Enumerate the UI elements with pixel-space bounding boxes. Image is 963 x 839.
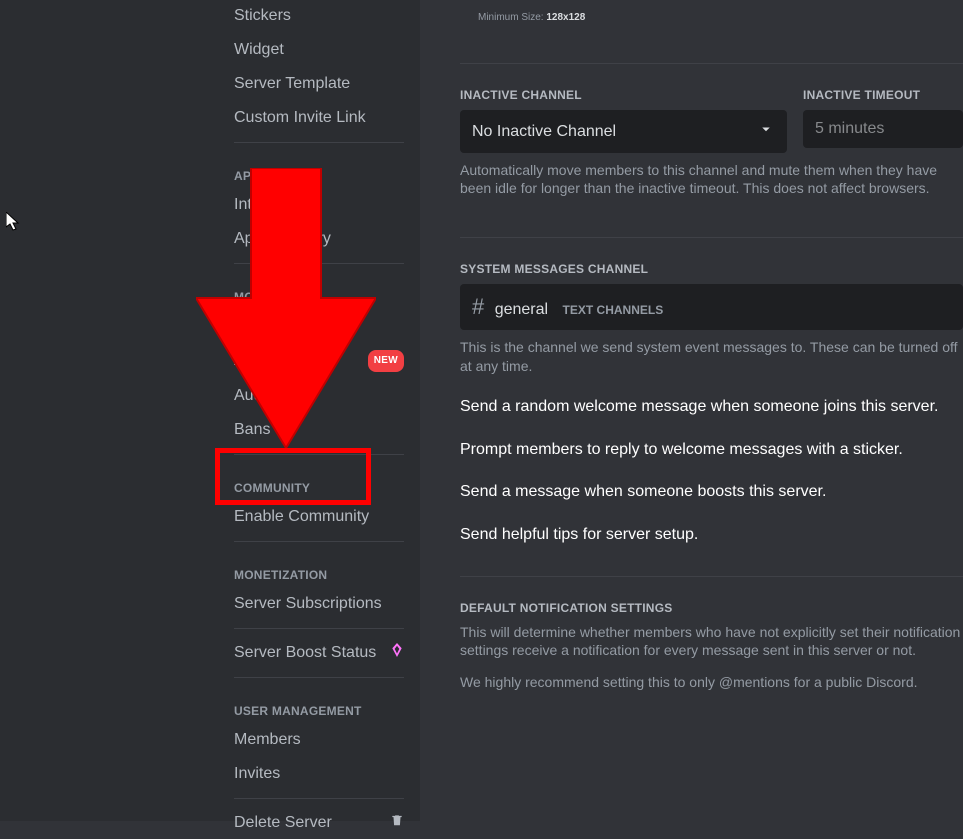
sidebar-item-automod[interactable]: AutoMod NEW	[224, 344, 414, 378]
sidebar-item-app-directory[interactable]: App Directory	[224, 223, 414, 255]
sidebar-header-apps: APPS	[224, 151, 414, 189]
divider	[234, 142, 404, 143]
sidebar-item-audit-log[interactable]: Audit Log	[224, 380, 414, 412]
divider	[234, 541, 404, 542]
sidebar-item-server-boost[interactable]: Server Boost Status	[224, 637, 414, 669]
sidebar-item-invites[interactable]: Invites	[224, 758, 414, 790]
new-badge: NEW	[368, 350, 404, 372]
toggle-sticker-reply[interactable]: Prompt members to reply to welcome messa…	[460, 440, 963, 461]
sidebar-header-community: COMMUNITY	[224, 463, 414, 501]
sidebar-item-server-subscriptions[interactable]: Server Subscriptions	[224, 588, 414, 620]
divider	[460, 237, 963, 238]
toggle-setup-tips[interactable]: Send helpful tips for server setup.	[460, 525, 963, 546]
sidebar-item-custom-invite[interactable]: Custom Invite Link	[224, 102, 414, 134]
divider	[234, 628, 404, 629]
divider	[234, 798, 404, 799]
sidebar-item-stickers[interactable]: Stickers	[224, 0, 414, 32]
inactive-channel-select[interactable]: No Inactive Channel	[460, 110, 787, 153]
system-help-text: This is the channel we send system event…	[460, 338, 963, 374]
settings-sidebar: Stickers Widget Server Template Custom I…	[204, 0, 420, 821]
sidebar-item-server-template[interactable]: Server Template	[224, 68, 414, 100]
inactive-channel-label: INACTIVE CHANNEL	[460, 88, 787, 102]
hash-icon: #	[472, 294, 484, 319]
trash-icon	[390, 813, 404, 833]
divider	[460, 63, 963, 64]
settings-content: Minimum Size: 128x128 INACTIVE CHANNEL N…	[420, 0, 963, 821]
toggle-boost-message[interactable]: Send a message when someone boosts this …	[460, 482, 963, 503]
divider	[460, 576, 963, 577]
notification-settings-label: DEFAULT NOTIFICATION SETTINGS	[460, 601, 963, 615]
inactive-timeout-label: INACTIVE TIMEOUT	[803, 88, 963, 102]
divider	[234, 454, 404, 455]
system-channel-select[interactable]: # general TEXT CHANNELS	[460, 284, 963, 330]
inactive-timeout-select[interactable]: 5 minutes	[803, 110, 963, 148]
sidebar-item-integrations[interactable]: Integrations	[224, 189, 414, 221]
inactive-help-text: Automatically move members to this chann…	[460, 161, 963, 197]
min-size-label: Minimum Size: 128x128	[478, 12, 963, 23]
sidebar-item-enable-community[interactable]: Enable Community	[224, 501, 414, 533]
system-messages-label: SYSTEM MESSAGES CHANNEL	[460, 262, 963, 276]
divider	[234, 677, 404, 678]
sidebar-header-monetization: MONETIZATION	[224, 550, 414, 588]
sidebar-item-safety-setup[interactable]: Safety Setup	[224, 310, 414, 342]
chevron-down-icon	[757, 120, 775, 143]
notification-help-1: This will determine whether members who …	[460, 623, 963, 659]
notification-help-2: We highly recommend setting this to only…	[460, 673, 963, 691]
toggle-welcome-message[interactable]: Send a random welcome message when someo…	[460, 397, 963, 418]
sidebar-item-delete-server[interactable]: Delete Server	[224, 807, 414, 839]
sidebar-header-user-management: USER MANAGEMENT	[224, 686, 414, 724]
sidebar-header-moderation: MODERATION	[224, 272, 414, 310]
sidebar-item-bans[interactable]: Bans	[224, 414, 414, 446]
boost-icon	[390, 643, 404, 663]
sidebar-item-widget[interactable]: Widget	[224, 34, 414, 66]
divider	[234, 263, 404, 264]
sidebar-item-members[interactable]: Members	[224, 724, 414, 756]
